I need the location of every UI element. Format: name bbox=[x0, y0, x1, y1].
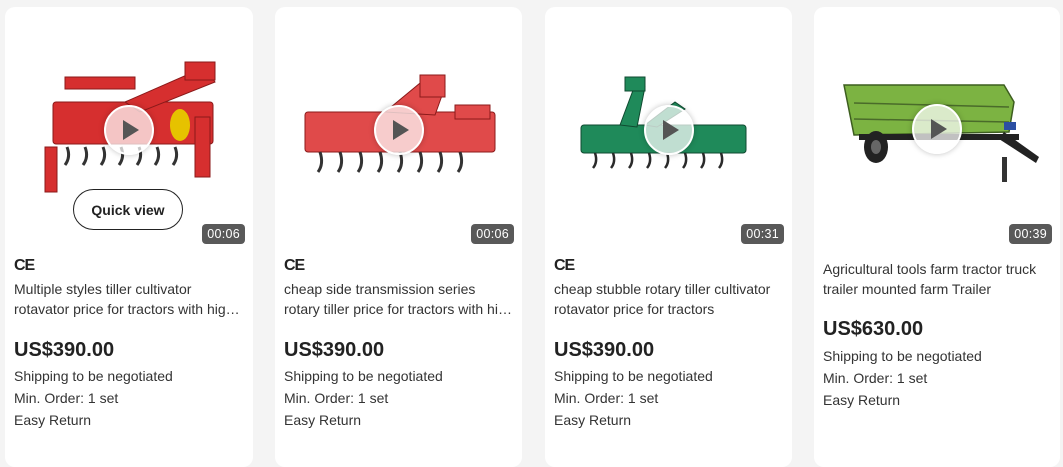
product-card[interactable]: 00:31 CE cheap stubble rotary tiller cul… bbox=[545, 7, 792, 467]
min-order: Min. Order: 1 set bbox=[14, 390, 119, 406]
easy-return: Easy Return bbox=[554, 412, 632, 428]
video-duration: 00:39 bbox=[1009, 224, 1052, 244]
shipping-info: Shipping to be negotiated bbox=[14, 368, 173, 384]
product-media[interactable]: Quick view 00:06 bbox=[5, 7, 253, 250]
product-price: US$630.00 bbox=[823, 318, 924, 340]
video-duration: 00:06 bbox=[471, 224, 514, 244]
ce-cert-icon: CE bbox=[554, 257, 575, 274]
product-card[interactable]: Quick view 00:06 CE Multiple styles till… bbox=[5, 7, 253, 467]
easy-return: Easy Return bbox=[14, 412, 92, 428]
play-icon[interactable] bbox=[373, 105, 424, 155]
play-triangle-icon bbox=[662, 120, 679, 140]
play-triangle-icon bbox=[123, 120, 139, 140]
product-price: US$390.00 bbox=[284, 339, 385, 361]
play-icon[interactable] bbox=[912, 104, 962, 154]
min-order: Min. Order: 1 set bbox=[554, 390, 659, 406]
ce-cert-icon: CE bbox=[14, 257, 35, 274]
product-title[interactable]: Multiple styles tiller cultivator rotava… bbox=[14, 279, 245, 319]
play-icon[interactable] bbox=[104, 105, 154, 155]
product-media[interactable]: 00:31 bbox=[545, 7, 792, 250]
play-triangle-icon bbox=[392, 120, 409, 140]
shipping-info: Shipping to be negotiated bbox=[554, 368, 713, 384]
quick-view-button[interactable]: Quick view bbox=[73, 189, 183, 230]
product-media[interactable]: 00:06 bbox=[275, 7, 522, 250]
product-card[interactable]: 00:39 Agricultural tools farm tractor tr… bbox=[814, 7, 1060, 467]
shipping-info: Shipping to be negotiated bbox=[284, 368, 443, 384]
min-order: Min. Order: 1 set bbox=[823, 370, 928, 386]
product-card[interactable]: 00:06 CE cheap side transmission series … bbox=[275, 7, 522, 467]
easy-return: Easy Return bbox=[284, 412, 362, 428]
shipping-info: Shipping to be negotiated bbox=[823, 348, 982, 364]
product-grid: Quick view 00:06 CE Multiple styles till… bbox=[0, 0, 1063, 467]
product-title[interactable]: cheap side transmission series rotary ti… bbox=[284, 279, 514, 319]
easy-return: Easy Return bbox=[823, 392, 901, 408]
ce-cert-icon: CE bbox=[284, 257, 305, 274]
product-title[interactable]: cheap stubble rotary tiller cultivator r… bbox=[554, 279, 784, 319]
product-media[interactable]: 00:39 bbox=[814, 7, 1060, 250]
product-title[interactable]: Agricultural tools farm tractor truck tr… bbox=[823, 259, 1052, 299]
min-order: Min. Order: 1 set bbox=[284, 390, 389, 406]
play-triangle-icon bbox=[931, 119, 947, 139]
play-icon[interactable] bbox=[643, 105, 694, 155]
product-price: US$390.00 bbox=[14, 339, 115, 361]
video-duration: 00:31 bbox=[741, 224, 784, 244]
video-duration: 00:06 bbox=[202, 224, 245, 244]
product-price: US$390.00 bbox=[554, 339, 655, 361]
